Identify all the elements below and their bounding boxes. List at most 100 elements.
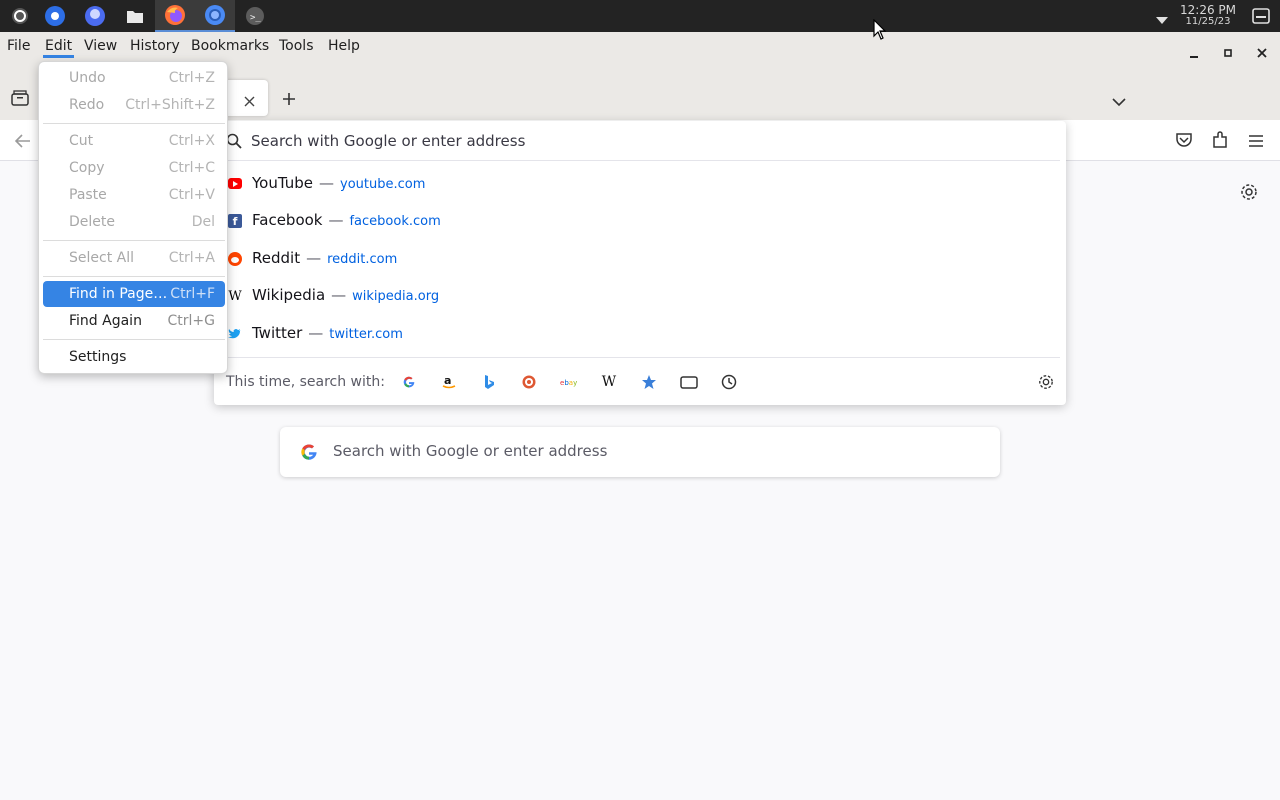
menu-tools[interactable]: Tools (279, 38, 314, 54)
terminal-app-icon[interactable]: >_ (235, 0, 275, 32)
history-icon[interactable] (718, 371, 740, 393)
menu-file[interactable]: File (7, 38, 30, 54)
svg-text:a: a (444, 374, 451, 387)
app-menu-icon[interactable] (1248, 133, 1264, 152)
back-icon[interactable] (14, 133, 31, 152)
menu-item-paste[interactable]: Paste Ctrl+V (43, 182, 225, 208)
firefox-app-icon[interactable] (155, 0, 195, 32)
suggestion-dash: — (308, 324, 324, 342)
suggestion-url: wikipedia.org (352, 289, 440, 304)
ebay-icon[interactable]: ebay (558, 371, 580, 393)
menu-item-label: Undo (69, 70, 106, 86)
menu-item-shortcut: Ctrl+A (168, 250, 215, 266)
menu-edit[interactable]: Edit (42, 38, 75, 58)
clock-date: 11/25/23 (1185, 16, 1231, 27)
suggestion-url: reddit.com (327, 252, 398, 267)
menu-item-label: Cut (69, 133, 94, 149)
menu-separator (43, 123, 225, 124)
menu-item-undo[interactable]: Undo Ctrl+Z (43, 65, 225, 91)
google-icon (299, 442, 319, 466)
wikipedia-icon: W (228, 288, 242, 304)
suggestion-dash: — (306, 249, 322, 267)
suggestion-reddit[interactable]: Reddit — reddit.com (214, 244, 1054, 276)
menu-item-select-all[interactable]: Select All Ctrl+A (43, 245, 225, 271)
menu-item-label: Copy (69, 160, 105, 176)
menu-item-find-in-page[interactable]: Find in Page… Ctrl+F (43, 281, 225, 307)
amazon-icon[interactable]: a (438, 371, 460, 393)
menu-item-redo[interactable]: Redo Ctrl+Shift+Z (43, 92, 225, 118)
bookmarks-icon[interactable] (638, 371, 660, 393)
list-all-tabs-icon[interactable] (1112, 92, 1126, 111)
new-tab-icon[interactable] (282, 91, 296, 110)
personalize-gear-icon[interactable] (1240, 183, 1258, 205)
activities-icon[interactable] (0, 0, 40, 32)
menu-separator (43, 240, 225, 241)
menu-history[interactable]: History (130, 38, 180, 54)
edit-menu-popup: Undo Ctrl+Z Redo Ctrl+Shift+Z Cut Ctrl+X… (38, 61, 228, 374)
twitter-icon (228, 327, 242, 341)
suggestion-dash: — (328, 211, 344, 229)
one-off-search-label: This time, search with: (226, 374, 385, 390)
menu-item-label: Select All (69, 250, 134, 266)
suggestion-url: facebook.com (349, 214, 441, 229)
suggestion-url: twitter.com (329, 327, 403, 342)
pocket-icon[interactable] (1175, 132, 1193, 152)
menu-view[interactable]: View (84, 38, 117, 54)
suggestion-title: Facebook (252, 211, 323, 229)
extensions-icon[interactable] (1211, 131, 1229, 153)
minimize-icon[interactable] (1183, 42, 1205, 64)
tabs-icon[interactable] (678, 371, 700, 393)
files-app-icon[interactable] (115, 0, 155, 32)
google-icon[interactable] (398, 371, 420, 393)
menu-item-shortcut: Ctrl+X (168, 133, 215, 149)
close-window-icon[interactable] (1251, 42, 1273, 64)
mouse-cursor-icon (873, 18, 887, 45)
menu-item-cut[interactable]: Cut Ctrl+X (43, 128, 225, 154)
svg-text:ebay: ebay (560, 379, 577, 387)
search-settings-gear-icon[interactable] (1035, 371, 1057, 393)
menu-item-label: Find in Page… (69, 286, 168, 302)
menu-item-delete[interactable]: Delete Del (43, 209, 225, 235)
close-tab-icon[interactable] (244, 92, 255, 111)
suggestion-facebook[interactable]: f Facebook — facebook.com (214, 206, 1054, 238)
menu-item-find-again[interactable]: Find Again Ctrl+G (43, 308, 225, 334)
wikipedia-icon[interactable]: W (598, 371, 620, 393)
menu-help[interactable]: Help (328, 38, 360, 54)
menu-separator (43, 276, 225, 277)
menu-item-shortcut: Ctrl+Z (168, 70, 215, 86)
menu-item-copy[interactable]: Copy Ctrl+C (43, 155, 225, 181)
maximize-icon[interactable] (1217, 42, 1239, 64)
tab-new-tab[interactable] (224, 80, 268, 116)
menu-item-shortcut: Del (191, 214, 215, 230)
content-search-box[interactable]: Search with Google or enter address (280, 427, 1000, 477)
suggestion-title: Reddit (252, 249, 301, 267)
suggestion-wikipedia[interactable]: W Wikipedia — wikipedia.org (214, 281, 1054, 313)
menu-item-label: Redo (69, 97, 105, 113)
clock-time: 12:26 PM (1180, 3, 1236, 17)
clock[interactable]: 12:26 PM 11/25/23 (1180, 4, 1236, 28)
menu-item-label: Paste (69, 187, 107, 203)
urlbar-input[interactable]: Search with Google or enter address (251, 132, 525, 150)
menu-item-shortcut: Ctrl+V (168, 187, 215, 203)
suggestion-twitter[interactable]: Twitter — twitter.com (214, 319, 1054, 351)
menubar: File Edit View History Bookmarks Tools H… (0, 32, 1280, 62)
browser-app-icon[interactable] (35, 0, 75, 32)
svg-text:>_: >_ (250, 13, 261, 23)
reddit-icon (228, 252, 242, 266)
tray-menu-arrow-icon[interactable] (1155, 10, 1169, 29)
menu-item-shortcut: Ctrl+F (170, 286, 215, 302)
divider (214, 160, 1060, 161)
chromium-app-icon[interactable] (195, 0, 235, 32)
notifications-icon[interactable] (1252, 8, 1270, 28)
bing-icon[interactable] (478, 371, 500, 393)
content-search-placeholder: Search with Google or enter address (333, 442, 608, 460)
suggestion-title: Wikipedia (252, 286, 326, 304)
tab-overview-icon[interactable] (11, 90, 29, 110)
menu-item-label: Delete (69, 214, 115, 230)
chat-app-icon[interactable] (75, 0, 115, 32)
menu-bookmarks[interactable]: Bookmarks (191, 38, 269, 54)
menu-item-settings[interactable]: Settings (43, 344, 225, 370)
suggestion-youtube[interactable]: YouTube — youtube.com (214, 169, 1054, 201)
menu-item-shortcut: Ctrl+C (168, 160, 215, 176)
duckduckgo-icon[interactable] (518, 371, 540, 393)
